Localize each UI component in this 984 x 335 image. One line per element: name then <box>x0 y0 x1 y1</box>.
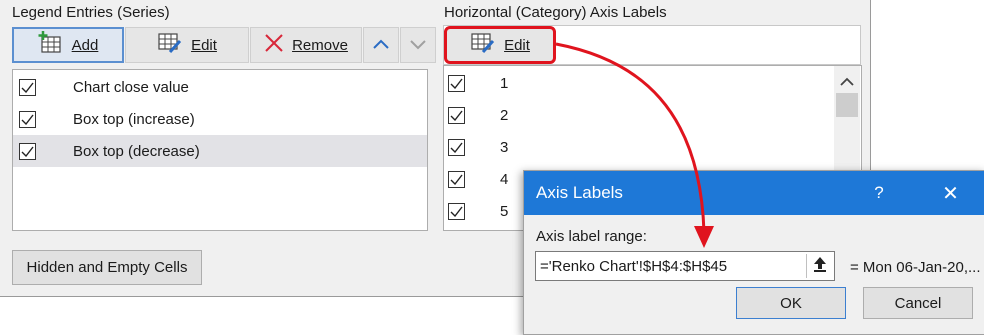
annotation-arrow <box>555 42 714 248</box>
